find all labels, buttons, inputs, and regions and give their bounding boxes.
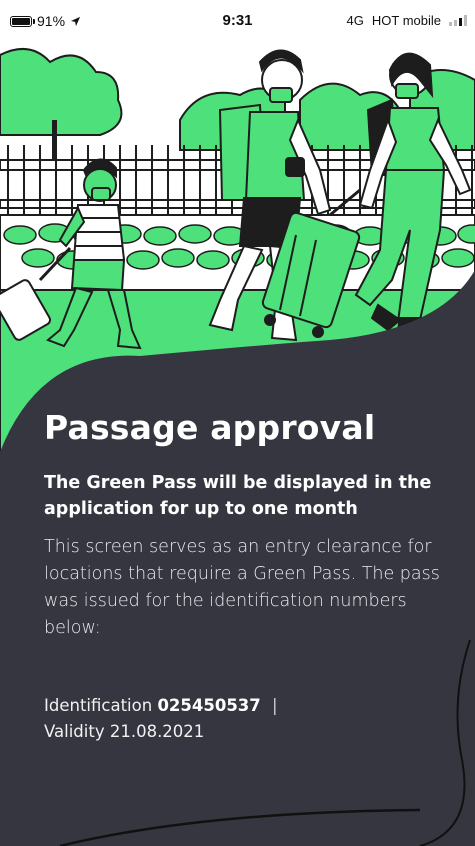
approval-card: Passage approval The Green Pass will be … [44, 408, 454, 745]
carrier-name: HOT mobile [371, 13, 441, 28]
identification-number: 025450537 [157, 695, 261, 715]
card-subtitle: The Green Pass will be displayed in the … [44, 472, 432, 519]
signal-icon [449, 15, 467, 26]
page-title: Passage approval [44, 408, 376, 447]
separator: | [272, 695, 278, 715]
network-type: 4G [346, 13, 364, 28]
card-description: This screen serves as an entry clearance… [44, 537, 440, 639]
status-bar: 91% 9:31 4G HOT mobile [0, 0, 475, 40]
network-indicator: 4G HOT mobile [347, 13, 467, 28]
validity-date: 21.08.2021 [109, 721, 205, 741]
validity-label: Validity [44, 721, 105, 741]
identification-label: Identification [44, 695, 153, 715]
identification-info: Identification 025450537 | Validity 21.0… [44, 693, 454, 746]
